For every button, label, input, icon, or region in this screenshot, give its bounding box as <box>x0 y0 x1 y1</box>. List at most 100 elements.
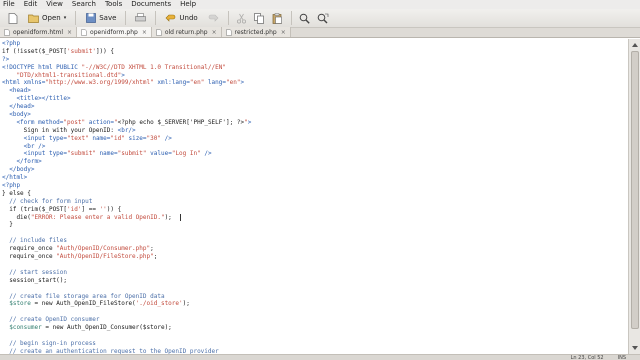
close-icon[interactable]: × <box>281 29 286 36</box>
close-icon[interactable]: × <box>142 29 147 36</box>
text-cursor <box>179 213 181 221</box>
code-token: "post" <box>63 118 86 126</box>
code-token: /> <box>161 134 172 142</box>
cursor-position: Ln 23, Col 52 <box>570 355 604 360</box>
scroll-down-icon[interactable] <box>631 344 639 352</box>
search-icon[interactable] <box>297 10 313 26</box>
copy-icon[interactable] <box>252 10 268 26</box>
code-token: session_start(); <box>2 276 68 284</box>
close-icon[interactable]: × <box>212 29 217 36</box>
code-line[interactable]: // start session <box>2 269 628 277</box>
close-icon[interactable]: × <box>67 29 72 36</box>
tab-restricted-php[interactable]: restricted.php × <box>221 27 291 37</box>
code-token: = new Auth_OpenID_FileStore( <box>30 300 136 308</box>
code-line[interactable]: ?> <box>2 56 628 64</box>
code-token: Sign in with your OpenID: <box>2 126 118 134</box>
open-button[interactable]: Open ▾ <box>24 10 70 26</box>
code-line[interactable] <box>2 308 628 316</box>
code-line[interactable]: // create OpenID consumer <box>2 316 628 324</box>
code-line[interactable]: <input type="submit" name="submit" value… <box>2 150 628 158</box>
code-line[interactable]: } <box>2 221 628 229</box>
vertical-scrollbar[interactable] <box>628 39 640 354</box>
menu-documents[interactable]: Documents <box>131 0 171 9</box>
code-token: "Auth/OpenID/FileStore.php" <box>56 253 154 261</box>
code-line[interactable]: </html> <box>2 174 628 182</box>
code-token: require_once <box>2 253 57 261</box>
code-line[interactable]: // begin sign-in process <box>2 340 628 348</box>
code-line[interactable]: </head> <box>2 103 628 111</box>
code-token: ); <box>164 213 172 221</box>
code-token: > <box>240 79 245 87</box>
code-token: </head> <box>2 103 35 111</box>
toolbar: Open ▾ Save Undo <box>0 9 640 28</box>
code-token: // create OpenID consumer <box>2 316 100 324</box>
code-line[interactable]: session_start(); <box>2 277 628 285</box>
undo-button[interactable]: Undo <box>161 10 201 26</box>
menu-search[interactable]: Search <box>72 0 96 9</box>
code-token: <html xmlns= <box>2 79 46 87</box>
code-token: 'submit' <box>67 47 96 55</box>
code-line[interactable]: </body> <box>2 166 628 174</box>
print-button[interactable] <box>131 10 150 26</box>
redo-button[interactable] <box>204 10 223 26</box>
code-token: </html> <box>2 174 28 182</box>
menu-help[interactable]: Help <box>180 0 196 9</box>
new-button[interactable] <box>3 10 22 26</box>
code-line[interactable]: // create file storage area for OpenID d… <box>2 293 628 301</box>
code-line[interactable]: } else { <box>2 190 628 198</box>
code-token: <input type= <box>2 150 68 158</box>
tab-old-return-php[interactable]: old return.php × <box>151 27 222 37</box>
scrollbar-thumb[interactable] <box>631 51 639 329</box>
code-editor[interactable]: <?php if (!isset($_POST['submit'])) {?> <!… <box>0 39 628 354</box>
code-line[interactable]: // include files <box>2 237 628 245</box>
code-token: name= <box>88 134 111 142</box>
code-token: "DTD/xhtml1-transitional.dtd" <box>2 71 122 79</box>
code-line[interactable]: die("ERROR: Please enter a valid OpenID.… <box>2 213 628 222</box>
find-replace-icon[interactable] <box>315 10 331 26</box>
code-line[interactable]: // check for form input <box>2 198 628 206</box>
tab-openidform-php[interactable]: openidform.php × <box>77 27 152 37</box>
code-line[interactable]: <head> <box>2 87 628 95</box>
code-line[interactable]: require_once "Auth/OpenID/Consumer.php"; <box>2 245 628 253</box>
code-line[interactable]: Sign in with your OpenID: <br/> <box>2 127 628 135</box>
menu-tools[interactable]: Tools <box>105 0 122 9</box>
code-line[interactable]: if (!isset($_POST['submit'])) { <box>2 48 628 56</box>
code-text[interactable]: <?php if (!isset($_POST['submit'])) {?> <!… <box>0 39 628 354</box>
code-line[interactable]: if (trim($_POST['id'] == '')) { <box>2 206 628 214</box>
code-line[interactable]: <!DOCTYPE html PUBLIC "-//W3C//DTD XHTML… <box>2 64 628 72</box>
code-line[interactable]: $consumer = new Auth_OpenID_Consumer($st… <box>2 324 628 332</box>
code-line[interactable] <box>2 229 628 237</box>
save-button[interactable]: Save <box>81 10 120 26</box>
code-line[interactable]: <input type="text" name="id" size="30" /… <box>2 135 628 143</box>
code-line[interactable]: <?php <box>2 182 628 190</box>
code-token: name= <box>95 150 118 158</box>
paste-icon[interactable] <box>270 10 286 26</box>
code-line[interactable] <box>2 285 628 293</box>
code-line[interactable] <box>2 261 628 269</box>
tab-openidform-html[interactable]: openidform.html × <box>0 27 78 37</box>
menu-file[interactable]: File <box>3 0 15 9</box>
scroll-up-icon[interactable] <box>631 41 639 49</box>
code-line[interactable]: <body> <box>2 111 628 119</box>
code-line[interactable]: <title></title> <box>2 95 628 103</box>
menu-view[interactable]: View <box>46 0 63 9</box>
code-line[interactable]: <html xmlns="http://www.w3.org/1999/xhtm… <box>2 79 628 87</box>
code-token: './oid_store' <box>135 300 183 308</box>
code-line[interactable]: $store = new Auth_OpenID_FileStore('./oi… <box>2 300 628 308</box>
menu-edit[interactable]: Edit <box>24 0 38 9</box>
code-line[interactable]: "DTD/xhtml1-transitional.dtd"> <box>2 72 628 80</box>
code-line[interactable]: require_once "Auth/OpenID/FileStore.php"… <box>2 253 628 261</box>
code-token: size= <box>124 134 147 142</box>
chevron-down-icon[interactable]: ▾ <box>64 15 67 21</box>
menu-bar: File Edit View Search Tools Documents Help <box>0 0 640 9</box>
code-line[interactable] <box>2 332 628 340</box>
code-token: > <box>247 118 252 126</box>
code-token: // create file storage area for OpenID d… <box>2 292 165 300</box>
status-bar: Ln 23, Col 52 INS <box>0 354 640 360</box>
cut-icon[interactable] <box>234 10 250 26</box>
code-line[interactable]: <?php <box>2 40 628 48</box>
save-icon <box>85 13 96 24</box>
code-line[interactable]: <form method="post" action="<?php echo $… <box>2 119 628 127</box>
code-line[interactable]: </form> <box>2 158 628 166</box>
code-line[interactable]: <br /> <box>2 143 628 151</box>
